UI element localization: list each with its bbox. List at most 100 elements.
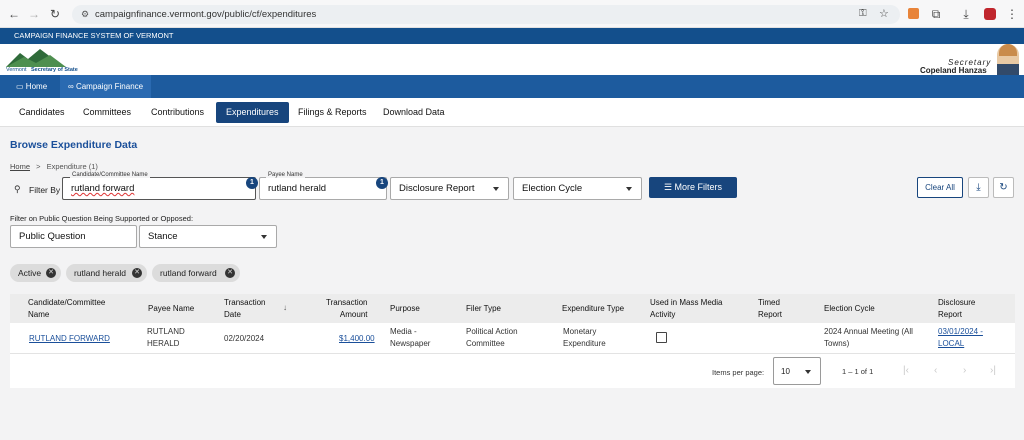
header-purpose[interactable]: Purpose bbox=[390, 303, 420, 315]
row-election-cycle: 2024 Annual Meeting (All Towns) bbox=[824, 327, 913, 348]
breadcrumb: Home > Expenditure (1) bbox=[10, 162, 98, 171]
row-payee: RUTLAND HERALD bbox=[147, 327, 185, 348]
breadcrumb-home[interactable]: Home bbox=[10, 162, 30, 171]
page-size-select[interactable]: 10 bbox=[773, 357, 821, 385]
secretary-portrait bbox=[997, 44, 1019, 75]
site-banner: CAMPAIGN FINANCE SYSTEM OF VERMONT bbox=[0, 28, 1024, 44]
header-disclosure-report[interactable]: Disclosure Report bbox=[938, 297, 975, 321]
menu-dots-icon[interactable]: ⋮ bbox=[1004, 0, 1020, 28]
header-election-cycle[interactable]: Election Cycle bbox=[824, 303, 875, 315]
election-cycle-placeholder: Election Cycle bbox=[522, 183, 583, 194]
candidate-name-label: Candidate/Committee Name bbox=[70, 172, 150, 178]
key-icon[interactable]: ⚿ bbox=[859, 8, 867, 19]
logo-text-sos: Secretary of State bbox=[31, 67, 78, 73]
close-icon[interactable]: ✕ bbox=[46, 268, 56, 278]
payee-name-field[interactable]: rutland herald bbox=[259, 177, 387, 200]
row-candidate-link[interactable]: RUTLAND FORWARD bbox=[29, 333, 110, 345]
filter-chip-candidate: rutland forward ✕ bbox=[152, 264, 240, 282]
tab-filings-reports[interactable]: Filings & Reports bbox=[288, 102, 377, 123]
tab-contributions[interactable]: Contributions bbox=[141, 102, 214, 123]
refresh-icon[interactable]: ↻ bbox=[993, 177, 1014, 198]
election-cycle-select[interactable]: Election Cycle bbox=[513, 177, 642, 200]
close-icon[interactable]: ✕ bbox=[225, 268, 235, 278]
header-date[interactable]: Transaction Date bbox=[224, 297, 266, 321]
mountain-logo-icon bbox=[6, 49, 66, 67]
items-per-page-label: Items per page: bbox=[712, 368, 765, 377]
page-title: Browse Expenditure Data bbox=[10, 139, 138, 151]
row-amount-link[interactable]: $1,400.00 bbox=[339, 333, 375, 345]
page-size-value: 10 bbox=[781, 367, 790, 376]
nav-home-label: Home bbox=[25, 82, 48, 91]
table-row: RUTLAND FORWARD RUTLAND HERALD 02/20/2024… bbox=[10, 323, 1015, 354]
browser-toolbar: ← → ↻ ⚙ campaignfinance.vermont.gov/publ… bbox=[0, 0, 1024, 28]
public-question-field[interactable]: Public Question bbox=[10, 225, 137, 248]
nav-home[interactable]: ▭ Home bbox=[8, 75, 55, 98]
secretary-name: Copeland Hanzas bbox=[920, 66, 987, 75]
mass-media-checkbox[interactable] bbox=[656, 332, 667, 343]
profile-icon[interactable] bbox=[984, 8, 996, 20]
row-purpose: Media - Newspaper bbox=[390, 327, 431, 348]
extensions-puzzle-icon[interactable]: ⧉ bbox=[928, 0, 944, 28]
header-mass-media[interactable]: Used in Mass Media Activity bbox=[650, 297, 722, 321]
chevron-down-icon bbox=[493, 187, 499, 191]
table-header: Candidate/Committee Name Payee Name Trans… bbox=[10, 294, 1015, 323]
more-filters-label: More Filters bbox=[674, 182, 723, 192]
site-info-icon[interactable]: ⚙ bbox=[81, 9, 89, 20]
back-icon[interactable]: ← bbox=[6, 0, 22, 28]
chip-label: rutland herald bbox=[74, 268, 126, 278]
previous-page-icon[interactable]: ‹ bbox=[934, 365, 937, 376]
chevron-down-icon bbox=[261, 235, 267, 239]
close-icon[interactable]: ✕ bbox=[132, 268, 142, 278]
public-question-placeholder: Public Question bbox=[19, 231, 86, 242]
expenditure-table: Candidate/Committee Name Payee Name Trans… bbox=[10, 294, 1015, 388]
payee-name-label: Payee Name bbox=[266, 172, 305, 178]
header-payee[interactable]: Payee Name bbox=[148, 303, 194, 315]
address-bar[interactable]: ⚙ campaignfinance.vermont.gov/public/cf/… bbox=[72, 5, 900, 24]
row-filer-type: Political Action Committee bbox=[466, 327, 518, 348]
extension-icon[interactable] bbox=[908, 8, 919, 19]
chevron-down-icon bbox=[626, 187, 632, 191]
chevron-down-icon bbox=[805, 370, 811, 374]
tab-download-data[interactable]: Download Data bbox=[373, 102, 455, 123]
last-page-icon[interactable]: ›| bbox=[990, 365, 996, 376]
tab-committees[interactable]: Committees bbox=[73, 102, 141, 123]
stance-select[interactable]: Stance bbox=[139, 225, 277, 248]
reload-icon[interactable]: ↻ bbox=[47, 0, 63, 28]
header-expenditure-type[interactable]: Expenditure Type bbox=[562, 303, 624, 315]
sub-nav: Candidates Committees Contributions Expe… bbox=[0, 98, 1024, 127]
row-date: 02/20/2024 bbox=[224, 334, 265, 343]
url-text[interactable]: campaignfinance.vermont.gov/public/cf/ex… bbox=[95, 9, 316, 20]
stance-placeholder: Stance bbox=[148, 231, 178, 242]
forward-icon[interactable]: → bbox=[26, 0, 42, 28]
clear-all-button[interactable]: Clear All bbox=[917, 177, 963, 198]
pagination-range: 1 – 1 of 1 bbox=[842, 367, 874, 376]
breadcrumb-current: Expenditure (1) bbox=[46, 162, 98, 171]
logo-text-vermont: Vermont bbox=[6, 67, 27, 73]
more-filters-button[interactable]: ☰ More Filters bbox=[649, 177, 737, 198]
disclosure-report-select[interactable]: Disclosure Report bbox=[390, 177, 509, 200]
sort-arrow-down-icon[interactable]: ↓ bbox=[283, 302, 287, 314]
header-filer-type[interactable]: Filer Type bbox=[466, 303, 501, 315]
header-timed-report[interactable]: Timed Report bbox=[758, 297, 782, 321]
candidate-count-badge: 1 bbox=[246, 177, 258, 189]
first-page-icon[interactable]: |‹ bbox=[903, 365, 909, 376]
public-question-label: Filter on Public Question Being Supporte… bbox=[10, 214, 194, 223]
main-nav: ▭ Home ∞ Campaign Finance bbox=[0, 75, 1024, 98]
disclosure-report-placeholder: Disclosure Report bbox=[399, 183, 475, 194]
candidate-name-field[interactable]: rutland forward bbox=[62, 177, 256, 200]
header-candidate[interactable]: Candidate/Committee Name bbox=[28, 297, 105, 321]
next-page-icon[interactable]: › bbox=[963, 365, 966, 376]
filter-chip-active: Active ✕ bbox=[10, 264, 61, 282]
download-icon[interactable]: ⤓ bbox=[968, 177, 989, 198]
chip-label: Active bbox=[18, 268, 42, 278]
header-amount[interactable]: Transaction Amount bbox=[326, 297, 368, 321]
bookmark-star-icon[interactable]: ☆ bbox=[879, 7, 889, 20]
tab-expenditures[interactable]: Expenditures bbox=[216, 102, 289, 123]
row-disclosure-link[interactable]: 03/01/2024 - LOCAL bbox=[938, 326, 983, 350]
tab-candidates[interactable]: Candidates bbox=[9, 102, 75, 123]
download-icon[interactable]: ⤓ bbox=[958, 0, 974, 28]
candidate-name-value[interactable]: rutland forward bbox=[71, 183, 134, 194]
sliders-icon: ☰ bbox=[663, 182, 673, 192]
payee-name-value[interactable]: rutland herald bbox=[268, 183, 326, 194]
nav-campaign-finance[interactable]: ∞ Campaign Finance bbox=[60, 75, 152, 98]
